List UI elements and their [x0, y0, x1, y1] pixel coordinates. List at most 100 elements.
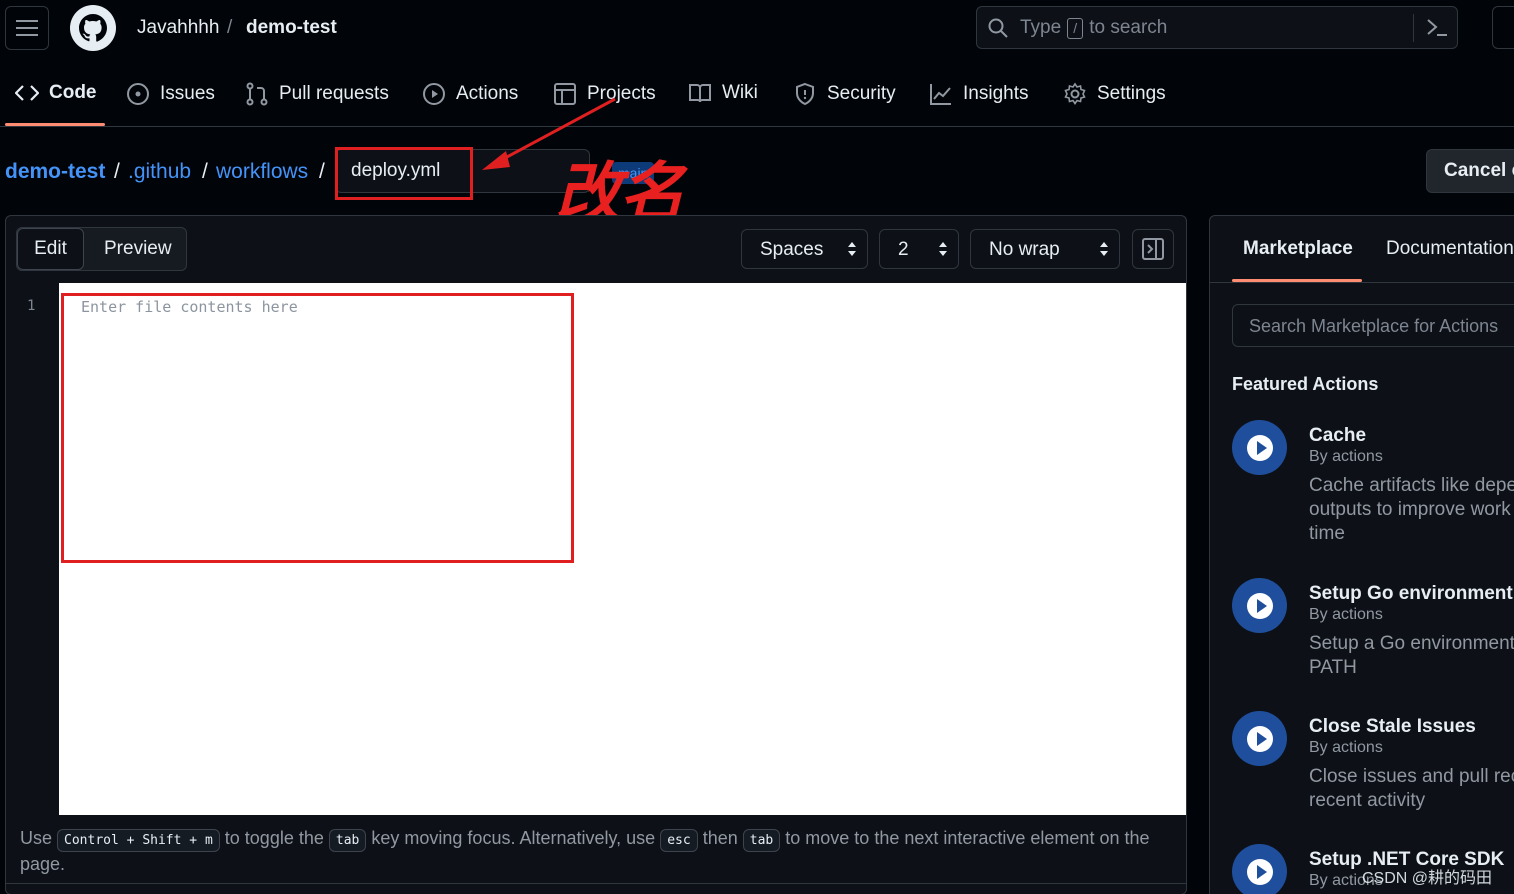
tab-code-underline — [5, 123, 105, 126]
action-play-icon[interactable] — [1232, 578, 1287, 633]
tab-issues-label: Issues — [160, 83, 215, 104]
hint-text: Use — [20, 828, 53, 848]
kbd-esc: esc — [660, 829, 698, 852]
kbd-plus: + — [126, 833, 135, 848]
search-rest-text: to search — [1089, 17, 1168, 38]
keyboard-hint: Use Control + Shift + m to toggle the ta… — [20, 826, 1180, 877]
select-caret-icon — [1100, 242, 1108, 256]
action-title[interactable]: Close Stale Issues — [1309, 716, 1476, 738]
indent-size-select[interactable]: 2 — [879, 229, 959, 269]
repo-name-link[interactable]: demo-test — [246, 17, 337, 39]
tab-pull-requests-label: Pull requests — [279, 83, 389, 104]
featured-actions-title: Featured Actions — [1232, 374, 1379, 394]
indent-mode-value: Spaces — [760, 239, 824, 260]
action-desc-line: recent activity — [1309, 790, 1426, 811]
hamburger-icon — [16, 20, 38, 36]
sidebar-divider — [1210, 282, 1514, 283]
action-desc-line: Cache artifacts like depe — [1309, 475, 1514, 496]
kbd-m: m — [204, 833, 213, 848]
action-description: Cache artifacts like depe outputs to imp… — [1309, 474, 1514, 546]
tab-insights-label: Insights — [963, 83, 1029, 104]
action-play-icon[interactable] — [1232, 844, 1287, 894]
tab-wiki-label: Wiki — [722, 82, 758, 103]
action-author: By actions — [1309, 448, 1383, 465]
action-play-icon[interactable] — [1232, 420, 1287, 475]
tab-preview[interactable]: Preview — [104, 238, 172, 260]
action-desc-line: Setup a Go environment — [1309, 633, 1514, 654]
tab-documentation[interactable]: Documentation — [1386, 238, 1514, 260]
shield-icon — [796, 82, 814, 106]
kbd-plus: + — [189, 833, 198, 848]
breadcrumb-sep: / — [202, 160, 208, 183]
breadcrumb-workflows-link[interactable]: workflows — [216, 160, 308, 184]
kbd-shortcut: Control + Shift + m — [57, 829, 220, 852]
action-title[interactable]: Setup Go environment — [1309, 583, 1513, 605]
gear-icon — [1064, 82, 1086, 105]
issue-icon — [127, 83, 149, 105]
kbd-tab: tab — [328, 829, 367, 852]
tab-insights[interactable]: Insights — [929, 82, 1028, 106]
action-author: By actions — [1309, 606, 1383, 623]
tab-code[interactable]: Code — [15, 82, 97, 104]
kbd-tab: tab — [742, 829, 781, 852]
action-desc-line: Close issues and pull rec — [1309, 766, 1514, 787]
tab-issues[interactable]: Issues — [126, 82, 215, 106]
indent-size-value: 2 — [898, 239, 909, 260]
action-description: Setup a Go environment PATH — [1309, 632, 1514, 680]
search-type-text: Type — [1020, 17, 1062, 38]
breadcrumb-repo-link[interactable]: demo-test — [5, 160, 105, 184]
breadcrumb-github-link[interactable]: .github — [128, 160, 191, 184]
action-play-icon[interactable] — [1232, 711, 1287, 766]
code-icon — [15, 85, 39, 101]
indent-mode-select[interactable]: Spaces — [741, 229, 868, 269]
tab-pull-requests[interactable]: Pull requests — [245, 82, 389, 106]
action-desc-line: time — [1309, 523, 1345, 544]
search-icon — [988, 18, 1008, 38]
line-gutter — [6, 283, 59, 815]
annotation-filename-box — [335, 147, 473, 200]
select-caret-icon — [939, 242, 947, 256]
marketplace-search-placeholder: Search Marketplace for Actions — [1249, 316, 1499, 336]
watermark-text: CSDN @耕的码田 — [1362, 870, 1493, 887]
action-description: Close issues and pull rec recent activit… — [1309, 765, 1514, 813]
wrap-mode-select[interactable]: No wrap — [970, 229, 1120, 269]
hint-text: to toggle the — [224, 828, 324, 848]
hint-text: key moving focus. Alternatively, use — [371, 828, 656, 848]
select-caret-icon — [848, 242, 856, 256]
hint-text: then — [702, 828, 738, 848]
action-author: By actions — [1309, 739, 1383, 756]
annotation-content-box — [61, 293, 574, 563]
tab-settings[interactable]: Settings — [1063, 82, 1166, 106]
menu-button[interactable] — [5, 6, 49, 50]
graph-icon — [930, 84, 951, 105]
kbd-shift: Shift — [142, 833, 182, 848]
tab-settings-label: Settings — [1097, 83, 1166, 104]
search-divider — [1413, 14, 1414, 42]
breadcrumb-sep: / — [319, 160, 325, 183]
editor-footer-divider — [6, 883, 1186, 884]
repo-owner-link[interactable]: Javahhhh — [137, 17, 219, 39]
sidebar-expand-icon — [1142, 238, 1164, 260]
toggle-sidebar-button[interactable] — [1132, 229, 1174, 269]
action-title[interactable]: Cache — [1309, 425, 1366, 447]
breadcrumb-sep: / — [114, 160, 120, 183]
cancel-changes-button[interactable]: Cancel c — [1426, 149, 1514, 193]
command-palette-icon[interactable] — [1426, 16, 1448, 38]
tab-edit[interactable]: Edit — [17, 228, 84, 270]
tab-marketplace[interactable]: Marketplace — [1243, 238, 1353, 260]
kbd-control: Control — [64, 833, 119, 848]
pull-request-icon — [246, 82, 268, 106]
github-logo-icon[interactable] — [70, 5, 116, 51]
tab-code-label: Code — [49, 82, 97, 103]
action-desc-line: outputs to improve work — [1309, 499, 1511, 520]
tab-security[interactable]: Security — [793, 82, 896, 106]
line-number: 1 — [27, 298, 36, 314]
book-icon — [689, 84, 711, 103]
play-icon — [423, 83, 445, 105]
header-separator: / — [227, 17, 233, 38]
tab-security-label: Security — [827, 83, 896, 104]
header-action-button[interactable] — [1492, 6, 1514, 49]
tab-wiki[interactable]: Wiki — [688, 82, 758, 104]
search-slash-key: / — [1067, 17, 1084, 39]
wrap-mode-value: No wrap — [989, 239, 1060, 260]
